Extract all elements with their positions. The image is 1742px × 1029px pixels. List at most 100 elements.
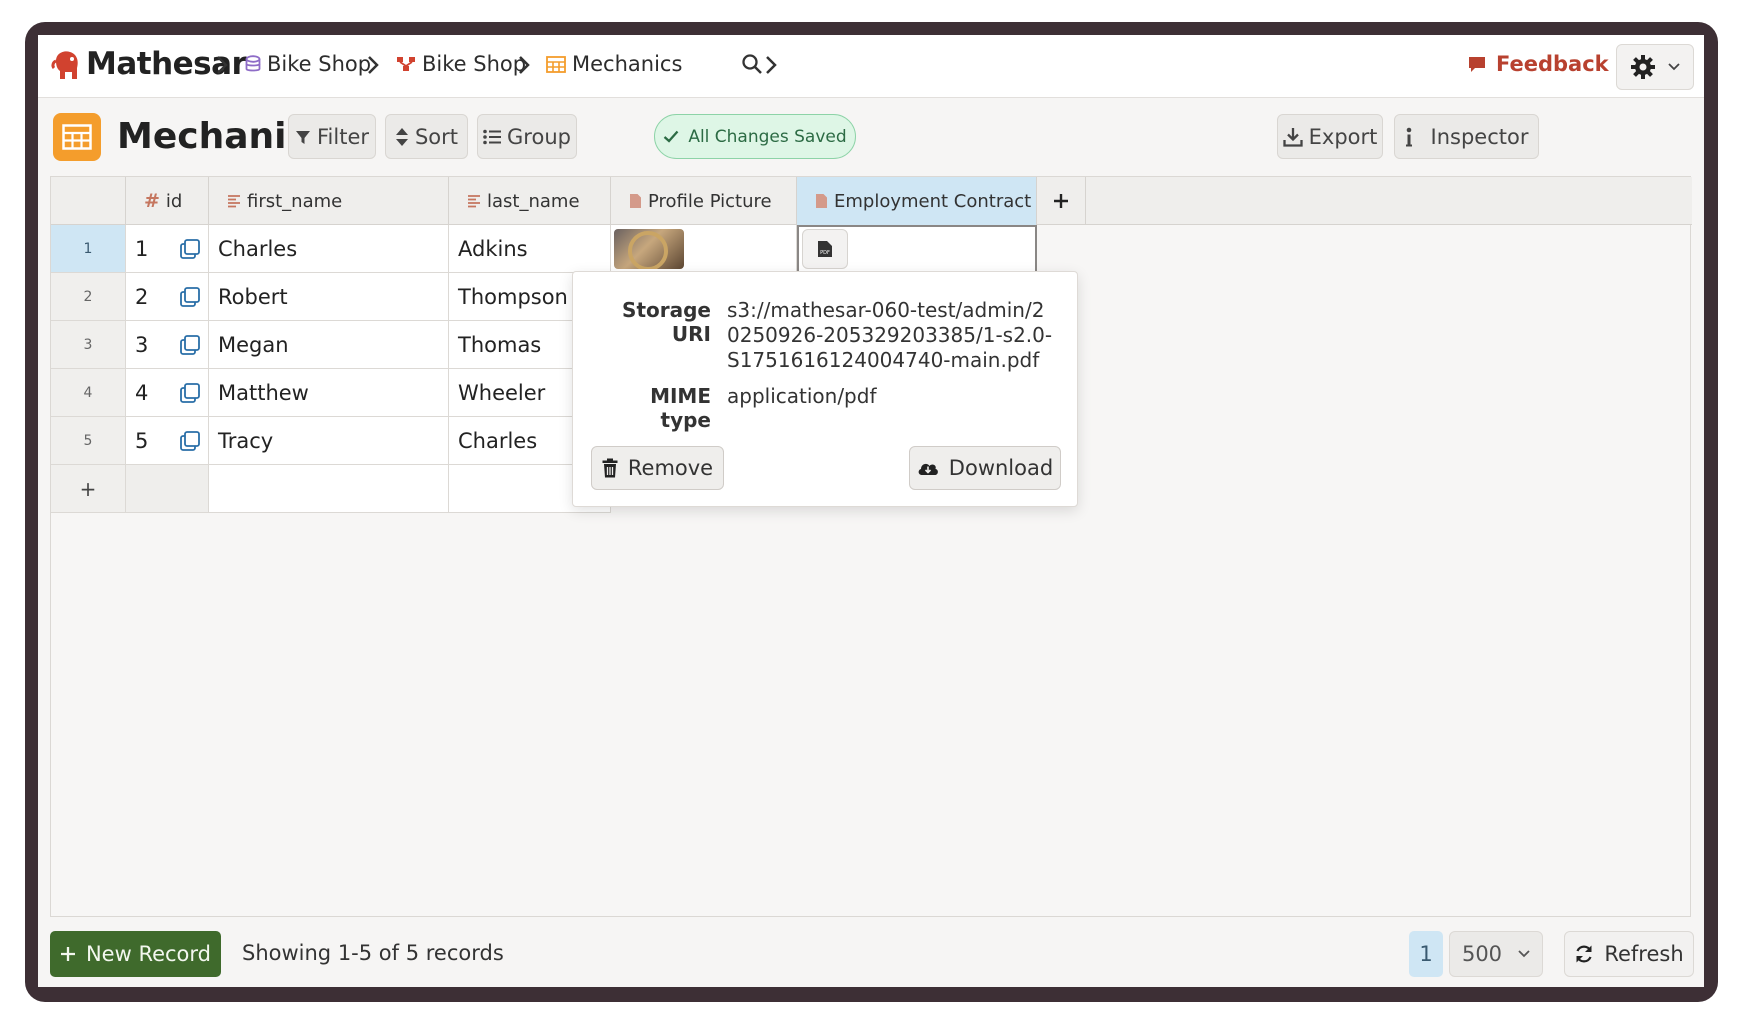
feedback-label: Feedback <box>1496 52 1609 76</box>
refresh-button[interactable]: Refresh <box>1564 931 1694 977</box>
remove-button[interactable]: Remove <box>591 446 724 490</box>
text-icon <box>228 195 240 208</box>
pdf-file-button[interactable]: PDF <box>802 229 848 269</box>
refresh-label: Refresh <box>1604 942 1684 966</box>
first-name-cell[interactable]: Charles <box>209 225 449 273</box>
id-value: 4 <box>135 380 149 405</box>
row-number-header[interactable] <box>51 177 126 225</box>
page-size-value: 500 <box>1461 942 1503 966</box>
app-header: Mathesar Bike Shop Bike Shop Mechanics F… <box>38 35 1704 98</box>
open-record-icon[interactable] <box>180 286 200 307</box>
feedback-icon <box>1469 57 1485 72</box>
row-number[interactable]: 5 <box>51 417 126 465</box>
save-status-badge: All Changes Saved <box>654 114 856 159</box>
breadcrumb-label: Bike Shop <box>267 52 372 76</box>
group-label: Group <box>507 124 571 149</box>
settings-menu-button[interactable] <box>1616 44 1694 90</box>
column-header-id[interactable]: # id <box>126 177 209 225</box>
hash-icon: # <box>144 190 160 212</box>
id-value: 2 <box>135 284 149 309</box>
empty-cell[interactable] <box>126 465 209 513</box>
storage-uri-label: Storage URI <box>622 298 711 346</box>
id-cell[interactable]: 4 <box>126 369 209 417</box>
page-size-select[interactable]: 500 <box>1449 931 1543 977</box>
column-name: Profile Picture <box>648 190 772 212</box>
breadcrumb-label: Bike Shop <box>422 52 527 76</box>
breadcrumb-database[interactable]: Bike Shop <box>245 52 371 76</box>
storage-uri-line: 0250926-205329203385/1-s2.0- <box>727 323 1053 347</box>
download-icon <box>1282 127 1303 147</box>
chevron-down-icon <box>1518 950 1530 958</box>
id-cell[interactable]: 2 <box>126 273 209 321</box>
filter-label: Filter <box>316 124 369 149</box>
add-row-button[interactable]: + <box>51 465 126 513</box>
first-name-cell[interactable]: Matthew <box>209 369 449 417</box>
page-number-button[interactable]: 1 <box>1409 931 1443 977</box>
table-row: 1 1 Charles Adkins PDF <box>51 225 1692 273</box>
save-status-label: All Changes Saved <box>688 126 847 147</box>
id-cell[interactable]: 3 <box>126 321 209 369</box>
first-name-cell[interactable]: Tracy <box>209 417 449 465</box>
column-name: first_name <box>247 190 343 212</box>
group-button[interactable]: Group <box>477 114 577 159</box>
open-record-icon[interactable] <box>180 238 200 259</box>
open-record-icon[interactable] <box>180 382 200 403</box>
mime-type-label: MIME type <box>650 384 711 432</box>
employment-contract-cell[interactable]: PDF <box>797 225 1037 273</box>
sort-button[interactable]: Sort <box>385 114 468 159</box>
inspector-button[interactable]: Inspector <box>1394 114 1539 159</box>
column-header-profile-picture[interactable]: Profile Picture <box>611 177 797 225</box>
download-button[interactable]: Download <box>909 446 1061 490</box>
table-header-row: # id first_name last_name Profile Pictur… <box>51 177 1692 225</box>
row-number[interactable]: 1 <box>51 225 126 273</box>
feedback-button[interactable]: Feedback <box>1468 52 1609 76</box>
export-label: Export <box>1308 124 1378 149</box>
profile-picture-thumbnail[interactable] <box>614 228 684 269</box>
table-icon <box>546 55 566 73</box>
database-icon <box>245 55 261 72</box>
pdf-icon: PDF <box>818 241 832 257</box>
chevron-down-icon <box>1668 63 1680 71</box>
column-header-last-name[interactable]: last_name <box>449 177 611 225</box>
breadcrumb-table[interactable]: Mechanics <box>546 52 682 76</box>
list-icon <box>483 129 502 144</box>
id-cell[interactable]: 5 <box>126 417 209 465</box>
mathesar-logo-icon[interactable] <box>50 47 82 81</box>
profile-picture-cell[interactable] <box>611 225 797 273</box>
file-icon <box>630 194 641 208</box>
storage-uri-value: s3://mathesar-060-test/admin/2 0250926-2… <box>727 298 1052 373</box>
sort-icon <box>395 127 408 146</box>
search-icon[interactable] <box>741 53 763 75</box>
chevron-right-icon <box>519 56 530 74</box>
first-name-cell[interactable]: Robert <box>209 273 449 321</box>
column-header-first-name[interactable]: first_name <box>209 177 449 225</box>
remove-label: Remove <box>627 456 714 480</box>
row-number[interactable]: 3 <box>51 321 126 369</box>
mime-type-value: application/pdf <box>727 384 877 408</box>
chevron-right-icon <box>217 56 228 74</box>
row-number[interactable]: 4 <box>51 369 126 417</box>
id-cell[interactable]: 1 <box>126 225 209 273</box>
breadcrumb-schema[interactable]: Bike Shop <box>396 52 526 76</box>
first-name-cell[interactable]: Megan <box>209 321 449 369</box>
app-window: Mathesar Bike Shop Bike Shop Mechanics F… <box>38 35 1704 987</box>
open-record-icon[interactable] <box>180 334 200 355</box>
new-record-button[interactable]: New Record <box>50 931 221 977</box>
row-number[interactable]: 2 <box>51 273 126 321</box>
chevron-right-icon[interactable] <box>764 54 778 76</box>
file-icon <box>816 194 827 208</box>
empty-cell[interactable] <box>209 465 449 513</box>
filter-button[interactable]: Filter <box>288 114 376 159</box>
column-header-employment-contract[interactable]: Employment Contract <box>797 177 1037 225</box>
open-record-icon[interactable] <box>180 430 200 451</box>
add-column-button[interactable] <box>1037 177 1086 225</box>
filter-icon <box>295 130 310 144</box>
plus-icon <box>1054 194 1068 208</box>
chevron-right-icon <box>368 56 379 74</box>
text-icon <box>468 195 480 208</box>
export-button[interactable]: Export <box>1277 114 1383 159</box>
gear-icon <box>1631 55 1655 79</box>
info-icon <box>1405 127 1412 146</box>
sort-label: Sort <box>414 124 459 149</box>
last-name-cell[interactable]: Adkins <box>449 225 611 273</box>
